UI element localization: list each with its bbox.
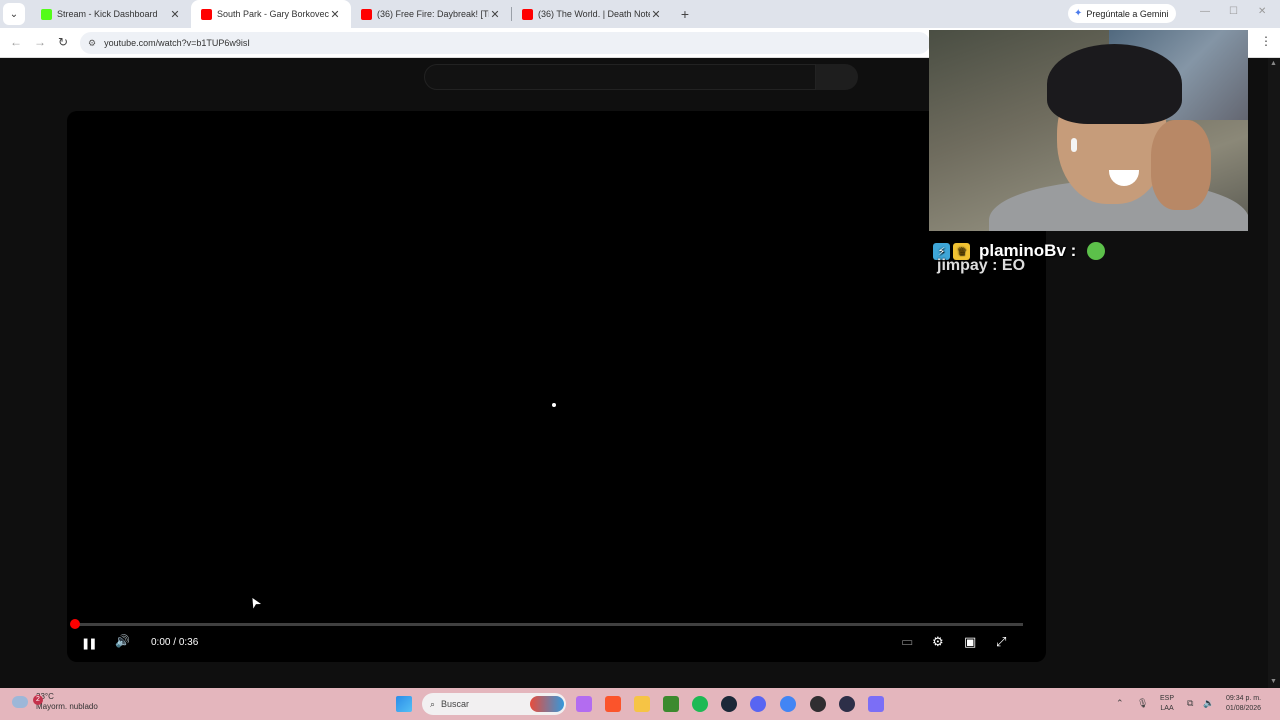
search-icon: ⌕ (430, 698, 436, 709)
scroll-down-icon[interactable]: ▼ (1270, 678, 1277, 685)
progress-bar[interactable] (75, 623, 1023, 626)
tab-title: (36) Free Fire: Daybreak! [Tráile (377, 9, 489, 19)
fullscreen-icon[interactable]: ⤢ (996, 634, 1006, 650)
chrome-icon[interactable] (780, 696, 796, 712)
weather-text: 23°C Mayorm. nublado (36, 692, 98, 712)
mouse-cursor-icon: ➤ (244, 593, 265, 612)
system-clock[interactable]: 09:34 p. m. 01/08/2026 (1226, 694, 1261, 714)
youtube-favicon-icon (361, 8, 372, 20)
theater-mode-icon[interactable]: ▣ (964, 634, 976, 650)
webcam-overlay (929, 30, 1248, 231)
app-icon-2[interactable] (868, 696, 884, 712)
windows-taskbar: 2 23°C Mayorm. nublado ⌕ Buscar ⌃ 🎙 ESP … (0, 688, 1280, 720)
youtube-search-button[interactable] (816, 64, 858, 90)
time-display: 0:00 / 0:36 (151, 637, 198, 648)
subtitles-icon[interactable]: ▭ (901, 634, 913, 650)
arrow-right-icon[interactable]: → (34, 35, 46, 49)
clock-date: 01/08/2026 (1226, 705, 1262, 712)
taskbar-search-label: Buscar (441, 699, 470, 709)
lang-bottom: LAA (1160, 705, 1174, 712)
close-icon[interactable]: ✕ (169, 8, 181, 21)
video-player[interactable]: ❚❚ 🔊 0:00 / 0:36 ▭ ⚙ ▣ ⤢ ➤ (67, 111, 1046, 662)
close-icon[interactable]: ✕ (489, 8, 501, 21)
tab-death-note[interactable]: (36) The World. | Death Note O ✕ (512, 0, 672, 28)
plus-icon: + (680, 6, 690, 22)
taskbar-search[interactable]: ⌕ Buscar (422, 693, 566, 715)
brave-icon[interactable] (605, 696, 621, 712)
file-explorer-icon[interactable] (634, 696, 650, 712)
gemini-label: Pregúntale a Gemini (1086, 8, 1169, 19)
obs-icon[interactable] (810, 696, 826, 712)
volume-icon[interactable]: 🔊 (115, 634, 130, 648)
steam-icon[interactable] (721, 696, 737, 712)
weather-notification-badge: 2 (33, 695, 43, 705)
window-close-icon[interactable]: ✕ (1258, 6, 1266, 17)
pause-icon[interactable]: ❚❚ (81, 637, 98, 650)
kick-favicon-icon (41, 8, 52, 20)
time-separator: / (170, 637, 179, 648)
tab-strip: ⌄ Stream - Kick Dashboard ✕ South Park -… (0, 0, 1280, 28)
lang-top: ESP (1160, 695, 1175, 702)
speaker-icon[interactable]: 🔉 (1203, 698, 1214, 709)
person-hair (1047, 44, 1182, 124)
windows-start-icon[interactable] (396, 696, 412, 712)
tab-title: (36) The World. | Death Note O (538, 9, 650, 19)
maximize-icon[interactable]: ☐ (1229, 6, 1238, 17)
tab-south-park[interactable]: South Park - Gary Borkovec's D ✕ (191, 0, 351, 28)
loading-spinner-icon (552, 403, 556, 407)
tab-kick-dashboard[interactable]: Stream - Kick Dashboard ✕ (31, 0, 191, 28)
cloud-icon (12, 696, 28, 708)
discord-icon[interactable] (750, 696, 766, 712)
youtube-search-input[interactable] (424, 64, 816, 90)
scroll-up-icon[interactable]: ▲ (1270, 60, 1277, 67)
address-url: youtube.com/watch?v=b1TUP6w9isI (104, 38, 250, 48)
person-hand (1151, 120, 1211, 210)
search-highlight-icon (530, 696, 564, 712)
gemini-star-icon: ✦ (1074, 8, 1083, 19)
time-current: 0:00 (151, 637, 171, 648)
tab-title: Stream - Kick Dashboard (57, 9, 158, 19)
close-icon[interactable]: ✕ (650, 8, 662, 21)
time-total: 0:36 (178, 637, 199, 648)
weather-desc: Mayorm. nublado (36, 702, 98, 711)
page-scrollbar[interactable] (1268, 58, 1280, 688)
tab-free-fire[interactable]: (36) Free Fire: Daybreak! [Tráile ✕ (351, 0, 511, 28)
display-icon[interactable]: ⧉ (1187, 698, 1193, 709)
tab-search-button[interactable]: ⌄ (3, 3, 25, 25)
screen: ⌄ Stream - Kick Dashboard ✕ South Park -… (0, 0, 1280, 720)
chat-overlay: ⚡ ♛ plaminoBv : jimpay : EO (933, 241, 1263, 275)
spotify-icon[interactable] (692, 696, 708, 712)
language-indicator[interactable]: ESP LAA (1160, 694, 1174, 714)
settings-gear-icon[interactable]: ⚙ (932, 634, 944, 650)
tray-expand-icon[interactable]: ⌃ (1116, 698, 1124, 709)
address-bar[interactable]: ⚙ youtube.com/watch?v=b1TUP6w9isI (80, 32, 930, 54)
minecraft-icon[interactable] (663, 696, 679, 712)
chat-message-2: jimpay : EO (937, 257, 1026, 274)
new-tab-button[interactable]: + (674, 6, 696, 22)
weather-widget[interactable]: 2 23°C Mayorm. nublado (12, 692, 98, 712)
arrow-left-icon[interactable]: ← (10, 35, 22, 49)
youtube-favicon-icon (522, 8, 533, 20)
copilot-icon[interactable] (576, 696, 592, 712)
chevron-down-icon: ⌄ (9, 8, 19, 20)
close-icon[interactable]: ✕ (329, 8, 341, 21)
app-icon[interactable] (839, 696, 855, 712)
tab-title: South Park - Gary Borkovec's D (217, 9, 329, 19)
kebab-icon[interactable]: ⋮ (1260, 34, 1272, 48)
clock-time: 09:34 p. m. (1226, 695, 1262, 702)
tune-icon[interactable]: ⚙ (88, 38, 96, 49)
reload-icon[interactable]: ↻ (58, 35, 68, 49)
progress-scrubber[interactable] (70, 619, 80, 629)
ask-gemini-button[interactable]: ✦ Pregúntale a Gemini (1068, 4, 1177, 23)
microphone-icon[interactable]: 🎙 (1137, 698, 1148, 709)
earbud-icon (1071, 138, 1077, 152)
youtube-favicon-icon (201, 8, 212, 20)
minimize-icon[interactable]: — (1200, 6, 1210, 17)
weather-temp: 23°C (36, 692, 54, 701)
